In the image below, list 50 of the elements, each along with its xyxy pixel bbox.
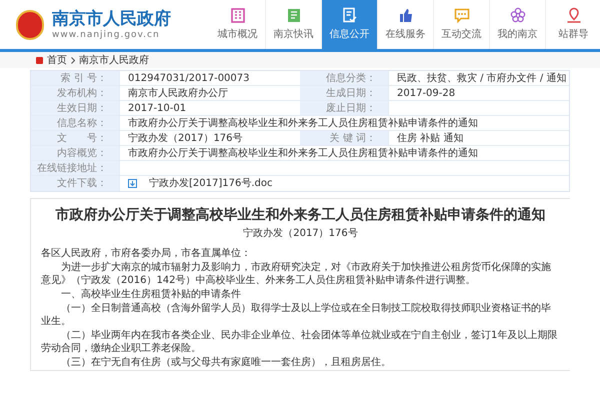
field-value: 市政府办公厅关于调整高校毕业生和外来务工人员住房租赁补贴申请条件的通知 [128,116,478,130]
site-title: 南京市人民政府 [52,8,171,28]
field-label: 在线链接地址： [31,161,119,175]
field-value: 南京市人民政府办公厅 [128,86,228,100]
field-label: 发布机构： [31,86,119,100]
field-label: 生效日期： [31,101,119,115]
thumbs-up-icon [398,7,414,23]
field-label: 索 引 号： [31,71,119,85]
field-value: 宁政办发（2017）176号 [128,132,243,146]
document-check-icon [342,7,358,23]
field-value: 2017-10-01 [128,102,186,116]
chevron-icon [71,56,75,64]
map-pin-icon [566,7,582,23]
breadcrumb-link[interactable]: 南京市人民政府 [79,52,149,68]
field-label: 文件下载： [31,176,119,191]
newspaper-icon [286,7,302,23]
field-label: 废止日期： [300,101,388,115]
paragraph: 为进一步扩大南京的城市辐射力及影响力，市政府研究决定，对《市政府关于加快推进公租房货币化保障的实施意见》（宁政发（2016）142号）中高校毕业生、外来务工人员住房租赁补贴申请条件进行调整。 [41,261,552,287]
field-label: 文 号： [31,131,119,145]
article-title: 市政府办公厅关于调整高校毕业生和外来务工人员住房租赁补贴申请条件的通知 [54,206,546,225]
paragraph: （三）在宁无自有住房（或与父母共有家庭唯一一套住房），且租房居住。 [60,356,392,369]
paragraph: （一）全日制普通高校（含海外留学人员）取得学士及以上学位或在全日制技工院校取得技师职业资格证书的毕业生。 [41,302,552,328]
field-label: 信息名称： [31,116,119,130]
site-url: www.nanjing.gov.cn [52,28,161,40]
nav-tab[interactable]: 在线服务 [378,0,434,49]
nav-tab[interactable]: 站群导 [546,0,600,49]
nav-tab[interactable]: 互动交流 [434,0,490,49]
emblem [16,10,44,40]
paragraph: 一、高校毕业生住房租赁补贴的申请条件 [60,288,242,301]
field-value: 民政、扶贫、救灾 / 市府办文件 / 通知 [397,72,566,86]
nav-tab[interactable]: 我的南京 [490,0,546,49]
field-value: 市政府办公厅关于调整高校毕业生和外来务工人员住房租赁补贴申请条件的通知 [128,146,478,160]
paragraph: （二）毕业两年内在我市各类企业、民办非企业单位、社会团体等单位就业或在宁自主创业，签订1年及以上期限劳动合同，缴纳企业职工养老保险。 [41,329,558,355]
flower-icon [510,7,526,23]
field-label: 内容概览： [31,146,119,160]
field-value: 012947031/2017-00073 [128,72,250,86]
nav-tab[interactable]: 城市概况 [210,0,266,49]
document-number: 宁政办发（2017）176号 [242,227,359,241]
file-link[interactable]: 宁政办发[2017]176号.doc [149,176,272,191]
breadcrumb-link[interactable]: 首页 [47,52,67,68]
download-icon[interactable] [128,179,137,188]
chat-bubble-icon [454,7,470,23]
field-value: 住房 补贴 通知 [397,132,464,146]
field-label: 关 键 词： [300,131,388,145]
field-label: 信息分类： [300,71,388,85]
building-icon [230,7,246,23]
salutation: 各区人民政府，市府各委办局，市各直属单位： [41,247,252,260]
field-value: 2017-09-28 [397,86,456,100]
field-label: 生成日期： [300,86,388,100]
nav-tab[interactable]: 信息公开 [322,0,378,49]
